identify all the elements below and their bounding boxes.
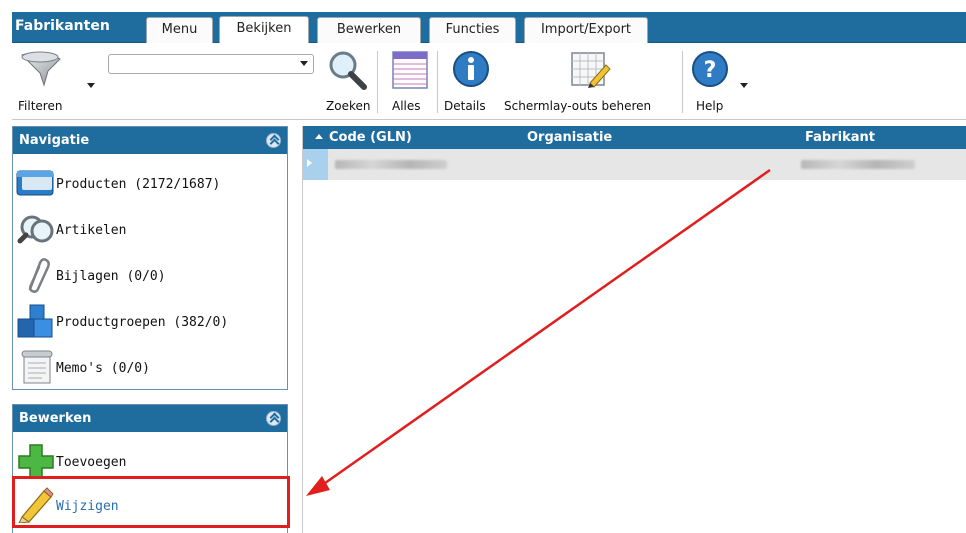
tab-menu[interactable]: Menu: [146, 17, 213, 43]
help-button[interactable]: ?: [692, 49, 732, 91]
tab-bewerken[interactable]: Bewerken: [317, 17, 421, 43]
nav-item-artikelen[interactable]: Artikelen: [14, 209, 286, 249]
sort-ascending-icon: [315, 134, 323, 139]
nav-item-producten[interactable]: Producten (2172/1687): [14, 163, 286, 203]
app-title: Fabrikanten: [15, 18, 110, 34]
help-dropdown-arrow[interactable]: [740, 83, 748, 88]
ribbon-toolbar: Filteren Zoeken Alles Details Schermlay-…: [12, 43, 966, 120]
table-row[interactable]: [303, 149, 966, 180]
ribbon-separator: [682, 51, 683, 113]
tab-import-export[interactable]: Import/Export: [524, 17, 648, 43]
funnel-icon: [21, 51, 61, 87]
nav-item-productgroepen[interactable]: Productgroepen (382/0): [14, 301, 286, 341]
edit-panel-header: Bewerken: [13, 405, 287, 432]
chevron-down-icon[interactable]: [300, 61, 308, 66]
paperclip-icon: [28, 258, 50, 293]
navigation-panel-header: Navigatie: [13, 127, 287, 154]
memo-icon: [21, 350, 53, 384]
filter-label: Filteren: [18, 99, 63, 113]
ribbon-separator: [437, 51, 438, 113]
nav-item-label: Productgroepen (382/0): [56, 315, 229, 330]
ribbon-separator: [377, 51, 378, 113]
top-tab-bar: Fabrikanten Menu Bekijken Bewerken Funct…: [12, 12, 966, 44]
search-button[interactable]: [326, 49, 370, 91]
edit-item-toevoegen[interactable]: Toevoegen: [14, 441, 286, 481]
tab-functies[interactable]: Functies: [429, 17, 516, 43]
all-label: Alles: [392, 99, 421, 113]
plus-icon: [18, 444, 54, 479]
cubes-icon: [17, 304, 53, 338]
details-label: Details: [444, 99, 486, 113]
column-header-organisatie[interactable]: Organisatie: [527, 130, 612, 145]
redacted-code-value: [335, 160, 447, 169]
tab-bekijken[interactable]: Bekijken: [219, 16, 309, 44]
highlight-box: [12, 476, 290, 528]
nav-item-label: Producten (2172/1687): [56, 177, 221, 192]
manage-layouts-label: Schermlay-outs beheren: [504, 99, 652, 113]
details-button[interactable]: [452, 49, 492, 91]
column-header-fabrikant[interactable]: Fabrikant: [805, 130, 875, 145]
nav-item-label: Bijlagen (0/0): [56, 269, 166, 284]
data-grid: Code (GLN) Organisatie Fabrikant: [302, 126, 966, 533]
filter-dropdown-arrow[interactable]: [87, 83, 95, 88]
nav-item-label: Memo's (0/0): [56, 361, 150, 376]
nav-item-memos[interactable]: Memo's (0/0): [14, 347, 286, 387]
search-input[interactable]: [108, 54, 314, 74]
manage-layouts-button[interactable]: [568, 49, 612, 91]
info-icon: [453, 51, 489, 87]
filter-button[interactable]: [20, 49, 80, 89]
navigation-panel-title: Navigatie: [19, 133, 90, 148]
redacted-fabrikant-value: [801, 160, 915, 169]
products-icon: [16, 170, 54, 196]
search-label: Zoeken: [326, 99, 371, 113]
navigation-panel: Navigatie Producten (2172/1687) Artikele…: [12, 126, 288, 390]
help-icon: ?: [692, 51, 728, 87]
svg-text:?: ?: [704, 58, 717, 83]
all-button[interactable]: [390, 49, 430, 91]
nav-item-bijlagen[interactable]: Bijlagen (0/0): [14, 255, 286, 295]
help-label: Help: [696, 99, 724, 113]
magnifier-icon: [17, 215, 54, 244]
list-grid-icon: [392, 51, 428, 89]
collapse-icon[interactable]: [266, 133, 281, 148]
column-header-code[interactable]: Code (GLN): [315, 130, 412, 145]
edit-panel-title: Bewerken: [19, 411, 92, 426]
search-icon: [329, 51, 367, 90]
collapse-icon[interactable]: [266, 411, 281, 426]
nav-item-label: Artikelen: [56, 223, 127, 238]
row-selector[interactable]: [303, 149, 328, 180]
edit-item-label: Toevoegen: [56, 455, 127, 470]
layout-edit-icon: [571, 52, 611, 88]
grid-header: Code (GLN) Organisatie Fabrikant: [303, 126, 966, 149]
